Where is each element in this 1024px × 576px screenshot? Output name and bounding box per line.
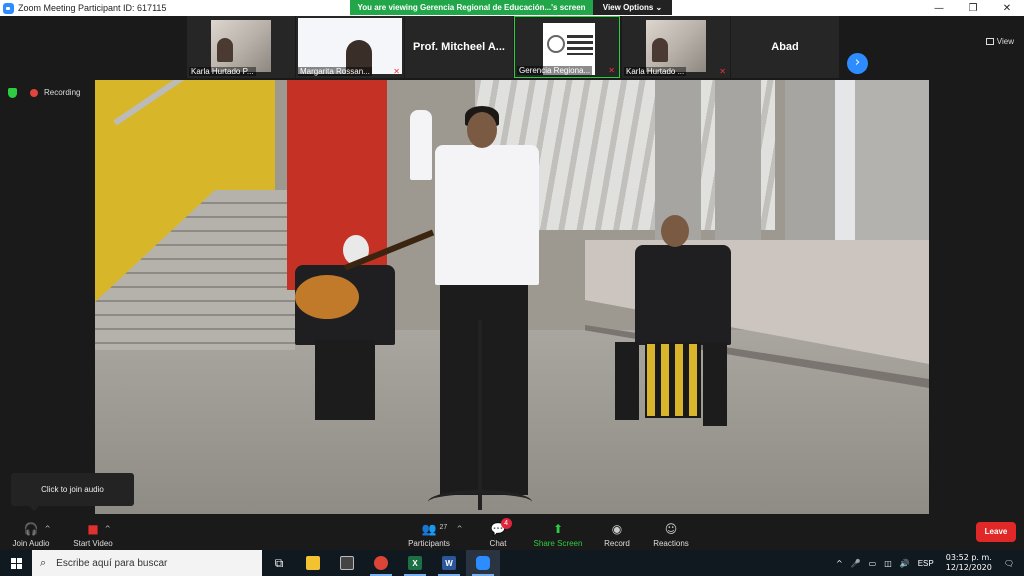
next-page-arrow-icon[interactable]: › bbox=[847, 53, 868, 74]
leave-button[interactable]: Leave bbox=[976, 522, 1016, 542]
zoom-logo-icon bbox=[3, 2, 14, 14]
participant-name: Karla Hurtado ... bbox=[624, 67, 687, 76]
start-button[interactable] bbox=[0, 550, 32, 576]
view-options-button[interactable]: View Options ⌄ bbox=[593, 0, 672, 15]
share-screen-icon: ⬆ bbox=[552, 522, 564, 536]
participants-icon: 👥 27 ^ bbox=[421, 522, 463, 536]
participant-video bbox=[298, 18, 402, 74]
clock-date: 12/12/2020 bbox=[945, 563, 992, 572]
restore-button[interactable]: ❐ bbox=[956, 0, 990, 16]
mic-stand-base bbox=[428, 490, 532, 514]
grid-icon bbox=[985, 38, 994, 45]
muted-mic-icon: ✕ bbox=[719, 67, 726, 76]
clock[interactable]: 03:52 p. m. 12/12/2020 bbox=[942, 553, 996, 573]
participant-name: Prof. Mitcheel A... bbox=[413, 41, 505, 53]
chevron-up-icon[interactable]: ^ bbox=[45, 522, 51, 536]
store-icon[interactable] bbox=[330, 550, 364, 576]
chat-unread-badge: 4 bbox=[500, 518, 512, 529]
video-off-icon: ■ ^ bbox=[87, 522, 111, 536]
recording-label: Recording bbox=[44, 88, 81, 97]
chat-button[interactable]: 💬 4 Chat bbox=[483, 516, 513, 550]
zoom-app-icon[interactable] bbox=[466, 550, 500, 576]
guitar bbox=[295, 275, 359, 319]
reactions-smiley-icon: ☺ bbox=[664, 522, 678, 536]
search-icon: ⌕ bbox=[40, 556, 47, 569]
system-tray: ^ 🎤 ▭ ◫ 🔊 ESP 03:52 p. m. 12/12/2020 🗨 bbox=[832, 550, 1024, 576]
share-screen-label: Share Screen bbox=[533, 539, 583, 548]
word-icon[interactable]: W bbox=[432, 550, 466, 576]
mic-stand bbox=[478, 320, 482, 510]
chrome-icon[interactable] bbox=[364, 550, 398, 576]
participant-thumbnail[interactable]: Karla Hurtado ... ✕ bbox=[622, 16, 730, 78]
muted-mic-icon: ✕ bbox=[608, 66, 615, 75]
volume-icon[interactable]: 🔊 bbox=[900, 559, 910, 568]
participant-thumbnail[interactable]: Margarita Rossan... ✕ bbox=[296, 16, 404, 78]
participant-thumbnail[interactable]: Abad bbox=[731, 16, 839, 78]
meeting-control-bar: 🎧 ^ Join Audio ■ ^ Start Video 👥 27 ^ Partic… bbox=[0, 514, 1024, 550]
participant-name: Abad bbox=[771, 41, 799, 53]
start-video-label: Start Video bbox=[73, 539, 113, 548]
record-label: Record bbox=[604, 539, 630, 548]
participant-video bbox=[646, 20, 706, 72]
minimize-button[interactable]: — bbox=[922, 0, 956, 16]
participant-name: Karla Hurtado P... bbox=[189, 67, 256, 76]
clock-time: 03:52 p. m. bbox=[945, 553, 992, 562]
window-controls: — ❐ ✕ bbox=[922, 0, 1024, 16]
join-audio-label: Join Audio bbox=[12, 539, 50, 548]
window-title: Zoom Meeting Participant ID: 617115 bbox=[18, 3, 167, 13]
task-view-icon[interactable]: ⧉ bbox=[262, 550, 296, 576]
network-icon[interactable]: ◫ bbox=[884, 559, 892, 568]
headphones-icon: 🎧 ^ bbox=[23, 522, 51, 536]
zoom-window: Zoom Meeting Participant ID: 617115 — ❐ … bbox=[0, 0, 1024, 576]
join-audio-button[interactable]: 🎧 ^ Join Audio bbox=[8, 516, 54, 550]
taskbar-search[interactable]: ⌕ Escribe aquí para buscar bbox=[32, 550, 262, 576]
screen-share-banner: You are viewing Gerencia Regional de Edu… bbox=[350, 0, 672, 15]
security-shield-icon[interactable] bbox=[8, 88, 17, 98]
participant-thumbnail[interactable]: Prof. Mitcheel A... bbox=[405, 16, 513, 78]
file-explorer-icon[interactable] bbox=[296, 550, 330, 576]
join-audio-tooltip: Click to join audio bbox=[11, 473, 134, 511]
chat-label: Chat bbox=[489, 539, 507, 548]
cajon-drum bbox=[645, 342, 701, 418]
participant-thumbnail-strip: Karla Hurtado P... Margarita Rossan... ✕… bbox=[0, 16, 1024, 80]
participants-count: 27 bbox=[439, 524, 448, 531]
notifications-icon[interactable]: 🗨 bbox=[1004, 559, 1014, 568]
tray-chevron-icon[interactable]: ^ bbox=[836, 559, 843, 568]
participant-name: Margarita Rossan... bbox=[298, 67, 372, 76]
participant-video bbox=[211, 20, 271, 72]
battery-icon[interactable]: ▭ bbox=[869, 559, 877, 568]
reactions-button[interactable]: ☺ Reactions bbox=[650, 516, 692, 550]
search-placeholder: Escribe aquí para buscar bbox=[56, 557, 168, 569]
recording-icon bbox=[30, 89, 38, 97]
participants-label: Participants bbox=[408, 539, 450, 548]
chevron-up-icon[interactable]: ^ bbox=[105, 522, 111, 536]
view-label: View bbox=[996, 37, 1014, 46]
participants-button[interactable]: 👥 27 ^ Participants bbox=[404, 516, 463, 550]
microphone-icon[interactable]: 🎤 bbox=[851, 559, 861, 568]
excel-icon[interactable]: X bbox=[398, 550, 432, 576]
record-icon: ◉ bbox=[611, 522, 623, 536]
share-screen-button[interactable]: ⬆ Share Screen bbox=[530, 516, 586, 550]
share-banner-message: You are viewing Gerencia Regional de Edu… bbox=[350, 0, 593, 15]
participant-thumbnail[interactable]: Karla Hurtado P... bbox=[187, 16, 295, 78]
muted-mic-icon: ✕ bbox=[393, 67, 400, 76]
reactions-label: Reactions bbox=[653, 539, 689, 548]
chevron-up-icon[interactable]: ^ bbox=[457, 522, 463, 536]
shared-screen-video bbox=[95, 80, 929, 514]
view-button[interactable]: View bbox=[985, 37, 1014, 46]
windows-logo-icon bbox=[10, 557, 22, 569]
language-indicator[interactable]: ESP bbox=[918, 559, 934, 568]
chat-icon: 💬 4 bbox=[491, 518, 512, 536]
close-button[interactable]: ✕ bbox=[990, 0, 1024, 16]
windows-taskbar: ⌕ Escribe aquí para buscar ⧉ X W ^ 🎤 ▭ ◫… bbox=[0, 550, 1024, 576]
participant-thumbnail[interactable]: Gerencia Regiona... ✕ bbox=[514, 16, 620, 78]
participant-name: Gerencia Regiona... bbox=[517, 66, 593, 75]
record-button[interactable]: ◉ Record bbox=[600, 516, 634, 550]
start-video-button[interactable]: ■ ^ Start Video bbox=[70, 516, 116, 550]
